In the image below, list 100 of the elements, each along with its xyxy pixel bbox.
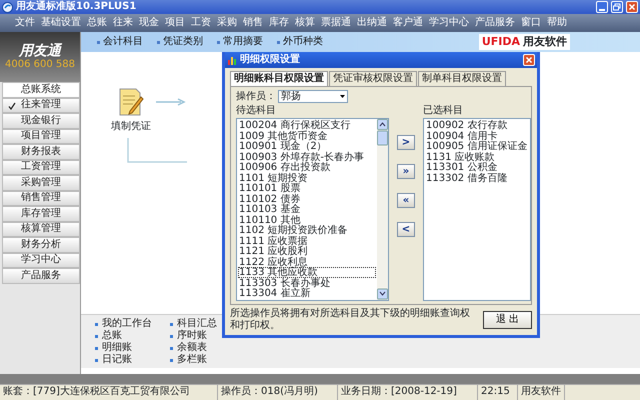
list-item[interactable]: 100904 信用卡 — [425, 130, 529, 141]
move-button[interactable]: « — [397, 193, 415, 208]
list-item[interactable]: 1101 短期投资 — [238, 172, 376, 183]
flow-connector — [127, 138, 187, 164]
sidebar-item[interactable]: 库存管理 — [2, 206, 80, 222]
list-item[interactable]: 1009 其他货币资金 — [238, 130, 376, 141]
list-item[interactable]: 110103 基金 — [238, 204, 376, 214]
list-item[interactable]: 1122 应收利息 — [238, 256, 376, 267]
app-icon — [2, 2, 13, 12]
list-item[interactable]: 1111 应收票据 — [238, 236, 376, 246]
list-item[interactable]: 1102 短期投资跌价准备 — [238, 225, 376, 236]
operator-dropdown[interactable]: 郭扬 — [278, 90, 348, 103]
toolbar-link[interactable]: 凭证类别 — [157, 36, 203, 48]
sidebar-item[interactable]: 产品服务 — [2, 268, 80, 284]
list-item[interactable]: 113303 长春办事处 — [238, 278, 376, 288]
quick-link[interactable]: 总账 — [95, 330, 152, 342]
hotline-number: 4006 600 588 — [5, 59, 75, 72]
list-item[interactable]: 100903 外埠存款-长春办事 — [238, 152, 376, 162]
status-field: 用友软件 — [518, 385, 565, 400]
menu-item[interactable]: 总账 — [87, 17, 107, 29]
document-pencil-icon[interactable] — [118, 87, 144, 117]
menu-item[interactable]: 项目 — [165, 17, 185, 29]
tab[interactable]: 制单科目权限设置 — [418, 71, 506, 86]
list-item[interactable]: 113302 借务百隆 — [425, 172, 529, 183]
selected-list[interactable]: 100902 农行存款 100904 信用卡 100905 信用证保证金 1131 应收账款 113301 公积金 113302 借务百隆 — [423, 118, 531, 301]
menu-item[interactable]: 往来 — [113, 17, 133, 29]
sidebar-item[interactable]: 核算管理 — [2, 222, 80, 237]
quick-link[interactable]: 日记账 — [95, 354, 152, 366]
menu-item[interactable]: 文件 — [15, 17, 35, 29]
menu-item[interactable]: 客户通 — [393, 17, 423, 29]
status-field: 账套：[779]大连保税区百克工贸有限公司 — [0, 385, 218, 400]
dialog-note: 所选操作员将拥有对所选科目及其下级的明细账查询权和打印权。 — [230, 308, 471, 332]
menu-item[interactable]: 采购 — [217, 17, 237, 29]
toolbar-link[interactable]: 常用摘要 — [217, 36, 263, 48]
list-item[interactable]: 1131 应收账款 — [425, 152, 529, 162]
quick-link[interactable]: 多栏账 — [170, 354, 217, 366]
exit-button[interactable]: 退 出 — [482, 311, 532, 329]
quick-link[interactable]: 我的工作台 — [95, 318, 152, 330]
move-button[interactable]: » — [397, 164, 415, 179]
list-item[interactable]: 113304 崔立新 — [238, 288, 376, 298]
scrollbar[interactable] — [377, 119, 388, 300]
sidebar-item[interactable]: 工资管理 — [2, 160, 80, 175]
restore-button[interactable] — [611, 1, 623, 13]
flow-arrow — [156, 98, 186, 106]
status-field: 业务日期：[2008-12-19] — [338, 385, 478, 400]
list-item[interactable]: 100902 农行存款 — [425, 120, 529, 130]
sidebar-item[interactable]: 现金银行 — [2, 113, 80, 128]
list-item[interactable]: 110110 其他 — [238, 214, 376, 225]
list-item[interactable]: 100901 现金（2） — [238, 141, 376, 152]
toolbar-link[interactable]: 会计科目 — [97, 36, 143, 48]
list-item[interactable]: 1133 其他应收款 — [238, 267, 376, 278]
sidebar-item[interactable]: 财务分析 — [2, 237, 80, 252]
close-button[interactable] — [626, 1, 638, 13]
list-label: 已选科目 — [423, 105, 464, 117]
sidebar-item[interactable]: 销售管理 — [2, 190, 80, 206]
move-button[interactable]: < — [397, 222, 415, 237]
quick-link[interactable]: 明细账 — [95, 342, 152, 354]
brand-name: 用友软件 — [523, 35, 567, 49]
quick-link[interactable]: 科目汇总 — [170, 318, 217, 330]
menu-item[interactable]: 库存 — [269, 17, 289, 29]
quick-link[interactable]: 余额表 — [170, 342, 217, 354]
menu-item[interactable]: 帮助 — [547, 17, 567, 29]
module-button[interactable]: 总账系统 — [2, 82, 80, 98]
sidebar-item[interactable]: 项目管理 — [2, 128, 80, 144]
sidebar-item[interactable]: 往来管理 — [2, 98, 80, 113]
available-list[interactable]: 100204 商行保税区支行 1009 其他货币资金 100901 现金（2） 100903 外埠存款-长春办事 100906 存出投资款 1101 短期投资 110101 股票 110102 债券 110103 基金 110110 其他 1102 短期投资跌价准备 1111 应收票据 1121 应收股利 1122 应收利息 1133 其他应收款 113303 长春办事处 113304 崔立新 — [236, 118, 389, 301]
close-icon — [627, 2, 637, 12]
dialog-title: 明细权限设置 — [240, 54, 301, 66]
menu-item[interactable]: 产品服务 — [475, 17, 515, 29]
menu-item[interactable]: 核算 — [295, 17, 315, 29]
toolbar-link[interactable]: 外币种类 — [277, 36, 323, 48]
menu-item[interactable]: 销售 — [243, 17, 263, 29]
brand-mark: UFIDA — [482, 35, 520, 49]
list-item[interactable]: 100906 存出投资款 — [238, 162, 376, 172]
list-item[interactable]: 100204 商行保税区支行 — [238, 120, 376, 130]
list-item[interactable]: 110101 股票 — [238, 183, 376, 194]
menu-item[interactable]: 票据通 — [321, 17, 351, 29]
tab[interactable]: 明细账科目权限设置 — [230, 71, 328, 86]
move-button[interactable]: > — [397, 135, 415, 150]
list-item[interactable]: 110102 债券 — [238, 194, 376, 204]
menu-item[interactable]: 基础设置 — [41, 17, 81, 29]
operator-label: 操作员： — [236, 90, 276, 102]
quick-link[interactable]: 序时账 — [170, 330, 217, 342]
sidebar-item[interactable]: 采购管理 — [2, 175, 80, 190]
list-item[interactable]: 1121 应收股利 — [238, 246, 376, 256]
menu-item[interactable]: 学习中心 — [429, 17, 469, 29]
tab[interactable]: 凭证审核权限设置 — [329, 71, 417, 86]
close-button[interactable] — [523, 54, 535, 66]
sidebar-item[interactable]: 财务报表 — [2, 144, 80, 160]
sidebar-item[interactable]: 学习中心 — [2, 252, 80, 268]
menu-item[interactable]: 现金 — [139, 17, 159, 29]
menu-item[interactable]: 出纳通 — [357, 17, 387, 29]
menu-item[interactable]: 窗口 — [521, 17, 541, 29]
status-field: 22:15 — [478, 385, 518, 400]
list-label: 待选科目 — [236, 105, 277, 117]
logo-text: 用友通 — [19, 42, 61, 60]
menu-item[interactable]: 工资 — [191, 17, 211, 29]
list-item[interactable]: 100905 信用证保证金 — [425, 141, 529, 152]
minimize-button[interactable] — [596, 1, 608, 13]
list-item[interactable]: 113301 公积金 — [425, 162, 529, 172]
